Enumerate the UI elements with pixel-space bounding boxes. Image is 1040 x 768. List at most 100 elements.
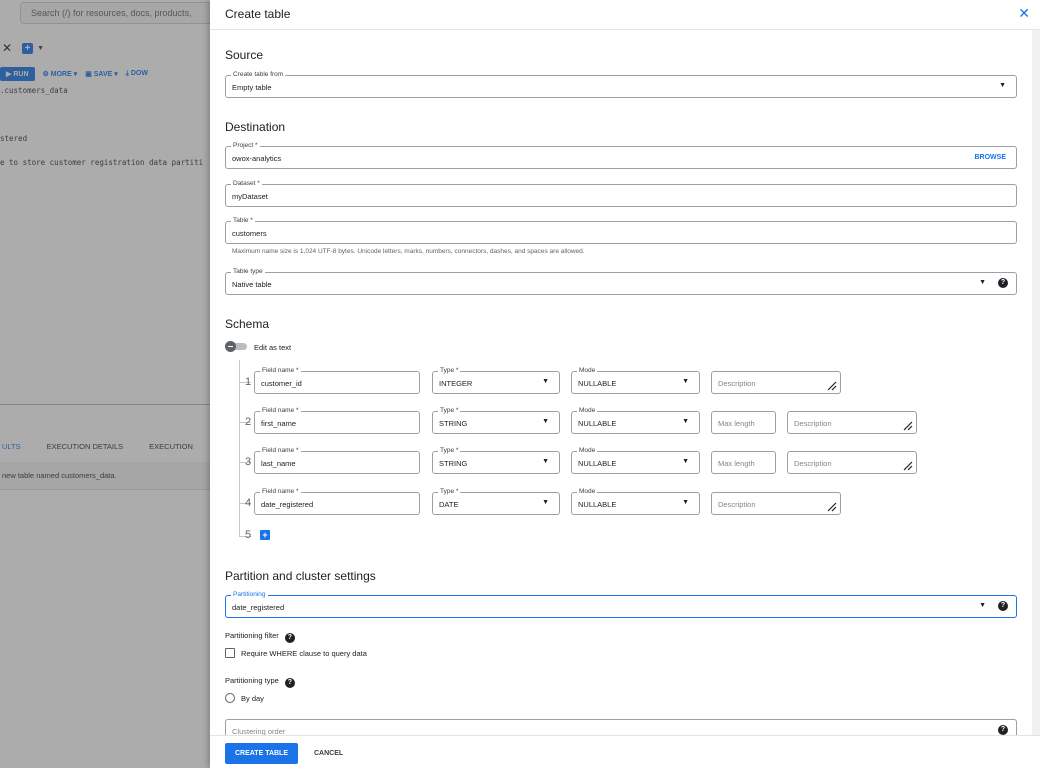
table-name-field[interactable]: Table * customers [225, 217, 1017, 244]
close-icon[interactable]: ✕ [1018, 5, 1030, 22]
field-placeholder: Description [794, 459, 832, 468]
field-value: myDataset [232, 192, 268, 201]
resize-handle-icon[interactable] [827, 502, 837, 512]
field-value: NULLABLE [578, 459, 617, 468]
field-placeholder: Max length [718, 419, 755, 428]
help-icon[interactable]: ? [284, 633, 295, 643]
max-length-input[interactable]: Max length [711, 411, 776, 434]
create-table-button[interactable]: CREATE TABLE [225, 743, 298, 764]
source-heading: Source [225, 48, 264, 62]
dataset-field[interactable]: Dataset * myDataset [225, 180, 1017, 207]
row-number: 1 [245, 376, 252, 388]
field-value: Native table [232, 280, 272, 289]
field-value: NULLABLE [578, 379, 617, 388]
by-day-radio[interactable] [225, 693, 235, 703]
field-type-select[interactable]: Type * DATE ▼ [432, 488, 560, 515]
max-length-input[interactable]: Max length [711, 451, 776, 474]
description-input[interactable]: Description [787, 411, 917, 434]
require-where-checkbox[interactable] [225, 648, 235, 658]
resize-handle-icon[interactable] [903, 461, 913, 471]
table-type-select[interactable]: Table type Native table ▼ ? [225, 268, 1017, 295]
field-type-select[interactable]: Type * STRING ▼ [432, 407, 560, 434]
field-label: Type * [438, 367, 461, 375]
chevron-down-icon: ▼ [542, 458, 549, 465]
field-value: first_name [261, 419, 297, 428]
help-icon[interactable]: ? [998, 278, 1008, 288]
field-name-input[interactable]: Field name * first_name [254, 407, 420, 434]
row-number: 4 [245, 497, 252, 509]
field-label: Field name * [260, 488, 301, 496]
row-number: 3 [245, 456, 252, 468]
field-mode-select[interactable]: Mode NULLABLE ▼ [571, 367, 700, 394]
field-placeholder: Max length [718, 459, 755, 468]
chevron-down-icon: ▼ [682, 499, 689, 506]
partitioning-filter-label: Partitioning filter ? [225, 631, 295, 643]
cancel-button[interactable]: CANCEL [314, 743, 343, 764]
scrollbar[interactable] [1032, 30, 1040, 735]
field-value: last_name [261, 459, 296, 468]
field-value: customers [232, 229, 267, 238]
partition-heading: Partition and cluster settings [225, 569, 376, 583]
field-type-select[interactable]: Type * INTEGER ▼ [432, 367, 560, 394]
description-input[interactable]: Description [787, 451, 917, 474]
help-icon[interactable]: ? [284, 678, 295, 688]
field-label: Create table from [231, 71, 286, 79]
field-label: Dataset * [231, 180, 262, 188]
row-number: 5 [245, 529, 252, 541]
resize-handle-icon[interactable] [827, 381, 837, 391]
field-label: Type * [438, 407, 461, 415]
help-icon[interactable]: ? [998, 725, 1008, 735]
field-value: customer_id [261, 379, 302, 388]
field-name-input[interactable]: Field name * date_registered [254, 488, 420, 515]
require-where-label: Require WHERE clause to query data [241, 649, 367, 658]
edit-as-text-toggle[interactable] [225, 341, 247, 352]
field-label: Field name * [260, 407, 301, 415]
panel-header: Create table ✕ [210, 0, 1040, 30]
field-label: Mode [577, 447, 598, 455]
partitioning-filter-text: Partitioning filter [225, 631, 279, 640]
help-icon[interactable]: ? [998, 601, 1008, 611]
by-day-label: By day [241, 694, 264, 703]
panel-footer: CREATE TABLE CANCEL [210, 735, 1040, 768]
field-type-select[interactable]: Type * STRING ▼ [432, 447, 560, 474]
create-table-panel: Create table ✕ Source Create table from … [210, 0, 1040, 768]
description-input[interactable]: Description [711, 492, 841, 515]
schema-tree-line [239, 360, 240, 536]
schema-heading: Schema [225, 317, 270, 331]
field-label: Table * [231, 217, 255, 225]
field-value: date_registered [261, 500, 314, 509]
partitioning-select[interactable]: Partitioning date_registered ▼ ? [225, 591, 1017, 618]
field-label: Type * [438, 447, 461, 455]
field-name-input[interactable]: Field name * customer_id [254, 367, 420, 394]
page-title: Create table [225, 7, 291, 21]
field-value: STRING [439, 459, 468, 468]
table-name-hint: Maximum name size is 1,024 UTF-8 bytes. … [232, 248, 585, 255]
browse-button[interactable]: BROWSE [975, 154, 1007, 161]
field-label: Type * [438, 488, 461, 496]
chevron-down-icon: ▼ [542, 499, 549, 506]
chevron-down-icon: ▼ [979, 279, 986, 286]
field-placeholder: Description [718, 379, 756, 388]
field-mode-select[interactable]: Mode NULLABLE ▼ [571, 407, 700, 434]
field-value: date_registered [232, 603, 285, 612]
resize-handle-icon[interactable] [903, 421, 913, 431]
field-label: Mode [577, 367, 598, 375]
field-label: Project * [231, 142, 260, 150]
row-number: 2 [245, 416, 252, 428]
description-input[interactable]: Description [711, 371, 841, 394]
chevron-down-icon: ▼ [542, 418, 549, 425]
field-name-input[interactable]: Field name * last_name [254, 447, 420, 474]
create-table-from-select[interactable]: Create table from Empty table ▼ [225, 71, 1017, 98]
project-field[interactable]: Project * owox-analytics BROWSE [225, 142, 1017, 169]
field-mode-select[interactable]: Mode NULLABLE ▼ [571, 488, 700, 515]
chevron-down-icon: ▼ [682, 418, 689, 425]
field-value: INTEGER [439, 379, 473, 388]
field-mode-select[interactable]: Mode NULLABLE ▼ [571, 447, 700, 474]
field-value: Empty table [232, 83, 272, 92]
add-field-button[interactable]: + [260, 530, 270, 540]
field-label: Partitioning [231, 591, 268, 599]
chevron-down-icon: ▼ [542, 378, 549, 385]
partitioning-type-text: Partitioning type [225, 676, 279, 685]
field-value: NULLABLE [578, 419, 617, 428]
edit-as-text-label: Edit as text [254, 343, 292, 352]
